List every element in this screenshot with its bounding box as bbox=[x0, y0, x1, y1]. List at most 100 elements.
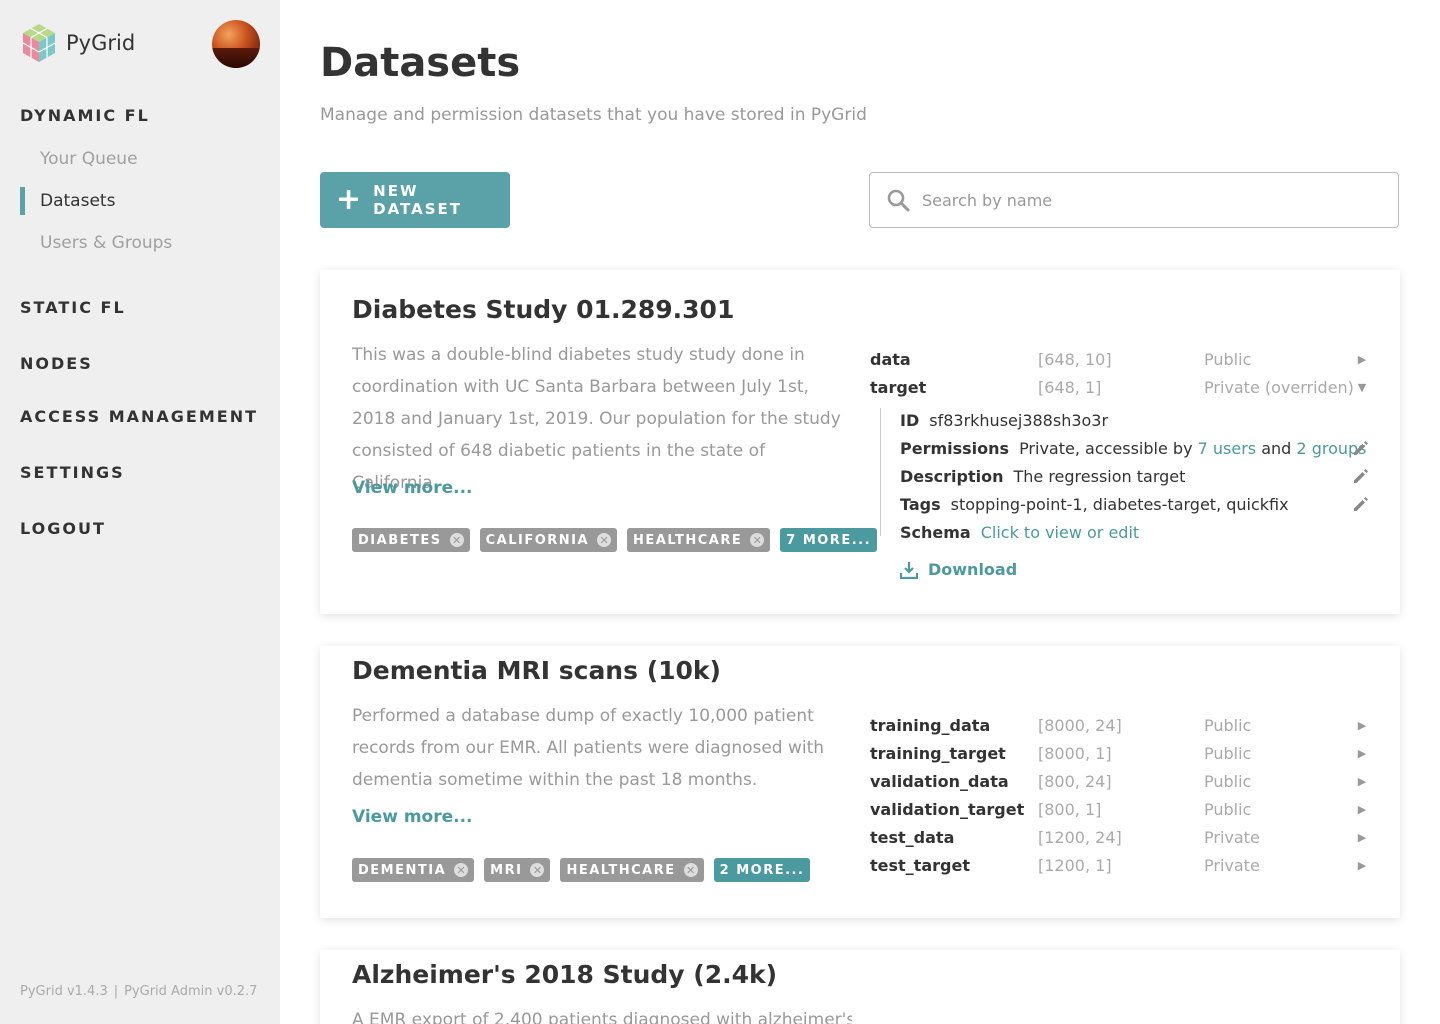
detail-key: Permissions bbox=[900, 438, 1010, 458]
tensor-visibility: Public bbox=[1204, 799, 1252, 819]
tensor-row[interactable]: validation_target [800, 1] Public ▶ bbox=[870, 795, 1370, 823]
download-icon bbox=[900, 561, 918, 579]
sidebar: PyGrid DYNAMIC FL Your Queue Datasets Us… bbox=[0, 0, 280, 1024]
tensor-name: data bbox=[870, 349, 911, 369]
remove-tag-icon[interactable]: ✕ bbox=[449, 533, 464, 547]
search-input[interactable] bbox=[922, 190, 1362, 210]
dataset-title[interactable]: Alzheimer's 2018 Study (2.4k) bbox=[352, 960, 777, 989]
tensor-visibility: Private bbox=[1204, 855, 1260, 875]
sidebar-item-datasets[interactable]: Datasets bbox=[40, 191, 115, 211]
caret-right-icon[interactable]: ▶ bbox=[1354, 353, 1370, 366]
remove-tag-icon[interactable]: ✕ bbox=[683, 863, 698, 877]
dataset-card: Dementia MRI scans (10k) Performed a dat… bbox=[320, 646, 1400, 918]
tag-label: MRI bbox=[490, 862, 523, 878]
view-more-link[interactable]: View more... bbox=[352, 807, 473, 827]
admin-version: PyGrid Admin v0.2.7 bbox=[124, 984, 258, 999]
tensor-row[interactable]: validation_data [800, 24] Public ▶ bbox=[870, 767, 1370, 795]
tensor-row[interactable]: test_target [1200, 1] Private ▶ bbox=[870, 851, 1370, 879]
brand[interactable]: PyGrid bbox=[20, 22, 135, 64]
detail-value: Private, accessible by bbox=[1019, 438, 1193, 458]
edit-pencil-icon[interactable] bbox=[1352, 439, 1370, 457]
caret-right-icon[interactable]: ▶ bbox=[1354, 803, 1370, 816]
edit-pencil-icon[interactable] bbox=[1352, 495, 1370, 513]
remove-tag-icon[interactable]: ✕ bbox=[530, 863, 545, 877]
download-label: Download bbox=[928, 560, 1018, 579]
tensor-visibility: Public bbox=[1204, 743, 1252, 763]
search-box[interactable] bbox=[869, 172, 1399, 228]
tensor-shape: [648, 1] bbox=[1038, 377, 1102, 397]
sidebar-item-your-queue[interactable]: Your Queue bbox=[40, 149, 138, 169]
detail-value: The regression target bbox=[1013, 466, 1186, 486]
tag[interactable]: DIABETES ✕ bbox=[352, 528, 470, 552]
dataset-description: Performed a database dump of exactly 10,… bbox=[352, 706, 825, 790]
tensor-name: training_data bbox=[870, 715, 991, 735]
detail-key: Schema bbox=[900, 522, 971, 542]
detail-id: ID sf83rkhusej388sh3o3r bbox=[900, 406, 1370, 434]
new-dataset-button[interactable]: + NEW DATASET bbox=[320, 172, 510, 228]
sidebar-item-users-groups[interactable]: Users & Groups bbox=[40, 233, 172, 253]
remove-tag-icon[interactable]: ✕ bbox=[750, 533, 765, 547]
caret-right-icon[interactable]: ▶ bbox=[1354, 831, 1370, 844]
tag[interactable]: DEMENTIA ✕ bbox=[352, 858, 475, 882]
caret-right-icon[interactable]: ▶ bbox=[1354, 775, 1370, 788]
pygrid-logo-icon bbox=[22, 24, 56, 62]
remove-tag-icon[interactable]: ✕ bbox=[454, 863, 469, 877]
tag-list: DIABETES ✕ CALIFORNIA ✕ HEALTHCARE ✕ 7 MORE… bbox=[352, 528, 887, 552]
tensor-visibility: Public bbox=[1204, 349, 1252, 369]
tensor-row[interactable]: test_data [1200, 24] Private ▶ bbox=[870, 823, 1370, 851]
nav-section-logout[interactable]: LOGOUT bbox=[20, 519, 106, 538]
tensor-shape: [8000, 1] bbox=[1038, 743, 1112, 763]
version-footer: PyGrid v1.4.3 | PyGrid Admin v0.2.7 bbox=[20, 984, 257, 999]
tensor-visibility: Public bbox=[1204, 715, 1252, 735]
caret-right-icon[interactable]: ▶ bbox=[1354, 719, 1370, 732]
page-title: Datasets bbox=[320, 40, 521, 86]
caret-right-icon[interactable]: ▶ bbox=[1354, 859, 1370, 872]
users-link[interactable]: 7 users bbox=[1198, 439, 1257, 458]
tensor-row[interactable]: training_target [8000, 1] Public ▶ bbox=[870, 739, 1370, 767]
tag[interactable]: CALIFORNIA ✕ bbox=[479, 528, 618, 552]
download-button[interactable]: Download bbox=[900, 560, 1017, 579]
detail-permissions: Permissions Private, accessible by 7 use… bbox=[900, 434, 1370, 462]
tensor-name: target bbox=[870, 377, 927, 397]
more-tags-button[interactable]: 2 MORE... bbox=[713, 858, 811, 882]
tensor-shape: [1200, 1] bbox=[1038, 855, 1112, 875]
remove-tag-icon[interactable]: ✕ bbox=[597, 533, 612, 547]
tag[interactable]: HEALTHCARE ✕ bbox=[627, 528, 771, 552]
more-tags-button[interactable]: 7 MORE... bbox=[780, 528, 878, 552]
tag[interactable]: HEALTHCARE ✕ bbox=[560, 858, 704, 882]
nav-section-nodes[interactable]: NODES bbox=[20, 354, 93, 373]
view-more-link[interactable]: View more... bbox=[352, 478, 473, 498]
nav-section-settings[interactable]: SETTINGS bbox=[20, 463, 125, 482]
detail-tags: Tags stopping-point-1, diabetes-target, … bbox=[900, 490, 1370, 518]
tensor-visibility: Private (overriden) bbox=[1204, 377, 1354, 397]
detail-key: Tags bbox=[900, 494, 941, 514]
plus-icon: + bbox=[336, 182, 362, 217]
tensor-visibility: Public bbox=[1204, 771, 1252, 791]
dataset-card: Alzheimer's 2018 Study (2.4k) A EMR expo… bbox=[320, 950, 1400, 1024]
schema-link[interactable]: Click to view or edit bbox=[981, 523, 1139, 542]
active-indicator bbox=[20, 187, 25, 215]
tensor-row[interactable]: target [648, 1] Private (overriden) ▼ bbox=[870, 373, 1370, 401]
avatar[interactable] bbox=[212, 20, 260, 68]
nav-section-static-fl[interactable]: STATIC FL bbox=[20, 298, 126, 317]
edit-pencil-icon[interactable] bbox=[1352, 467, 1370, 485]
tensor-name: training_target bbox=[870, 743, 1006, 763]
new-dataset-label: NEW DATASET bbox=[373, 182, 462, 218]
tag-label: DIABETES bbox=[358, 532, 442, 548]
tensor-row[interactable]: data [648, 10] Public ▶ bbox=[870, 345, 1370, 373]
nav-section-dynamic-fl[interactable]: DYNAMIC FL bbox=[20, 106, 150, 125]
tensor-shape: [800, 24] bbox=[1038, 771, 1112, 791]
detail-value: sf83rkhusej388sh3o3r bbox=[929, 410, 1109, 430]
detail-schema: Schema Click to view or edit bbox=[900, 518, 1370, 546]
detail-divider bbox=[880, 408, 881, 536]
dataset-title[interactable]: Dementia MRI scans (10k) bbox=[352, 656, 721, 685]
tensor-name: test_data bbox=[870, 827, 955, 847]
tensor-shape: [648, 10] bbox=[1038, 349, 1112, 369]
nav-section-access-management[interactable]: ACCESS MANAGEMENT bbox=[20, 407, 258, 426]
caret-down-icon[interactable]: ▼ bbox=[1354, 381, 1370, 394]
dataset-title[interactable]: Diabetes Study 01.289.301 bbox=[352, 295, 734, 324]
tag[interactable]: MRI ✕ bbox=[484, 858, 551, 882]
caret-right-icon[interactable]: ▶ bbox=[1354, 747, 1370, 760]
tag-label: HEALTHCARE bbox=[566, 862, 676, 878]
tensor-row[interactable]: training_data [8000, 24] Public ▶ bbox=[870, 711, 1370, 739]
